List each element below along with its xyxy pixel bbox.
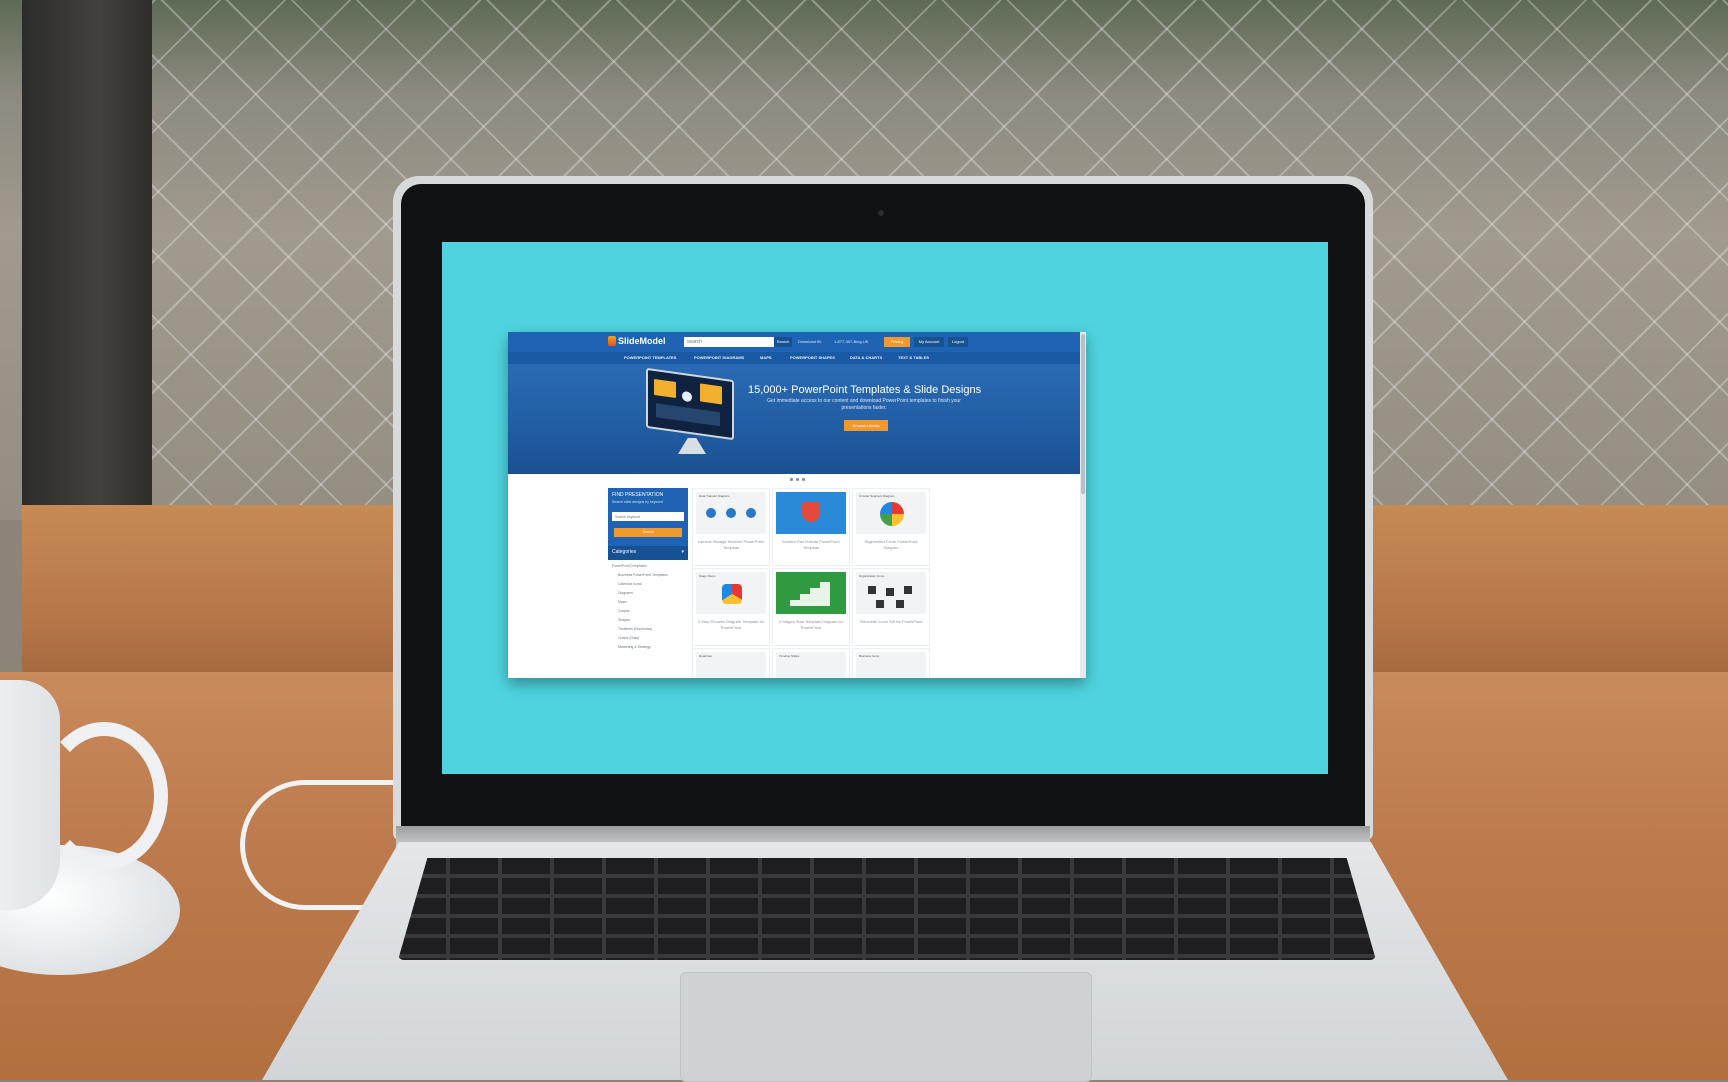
hero-banner: 15,000+ PowerPoint Templates & Slide Des… <box>508 364 1086 474</box>
card-thumbnail <box>776 572 846 614</box>
site-logo[interactable]: SlideModel <box>618 336 666 346</box>
nav-item-data-charts[interactable]: DATA & CHARTS <box>850 355 882 360</box>
monitor-stand <box>678 438 706 454</box>
category-item[interactable]: Charts (Data) <box>612 634 688 643</box>
card-thumbnail <box>776 492 846 534</box>
card-caption: Stage Steps <box>699 574 716 578</box>
nav-item-templates[interactable]: POWERPOINT TEMPLATES <box>624 355 676 360</box>
top-link-phone[interactable]: 1-877-357-Bing-UK <box>834 339 868 344</box>
categories-header[interactable]: Categories ▾ <box>608 546 688 560</box>
logout-button[interactable]: Logout <box>948 337 968 347</box>
trackpad[interactable] <box>680 972 1092 1082</box>
card-caption: Timeline Slides <box>779 654 800 658</box>
card-caption: Organization Icons <box>859 574 885 578</box>
category-item[interactable]: Shapes <box>612 616 688 625</box>
card-thumbnail: Stage Steps <box>696 572 766 614</box>
find-subtitle: Search slide designs by keyword <box>612 500 663 504</box>
category-item[interactable]: Timelines (Horizontal) <box>612 625 688 634</box>
website-screenshot: SlideModel Search Download 50 1-877-357-… <box>508 332 1086 678</box>
window-post <box>22 0 152 520</box>
category-item[interactable]: Calendar Icons <box>612 580 688 589</box>
category-item[interactable]: PowerPoint Templates <box>612 562 688 571</box>
find-title: FIND PRESENTATION <box>612 492 664 498</box>
category-item[interactable]: Diagrams <box>612 589 688 598</box>
card-thumbnail: Circular Segment Diagram <box>856 492 926 534</box>
monitor-illustration <box>646 367 734 441</box>
category-list: PowerPoint Templates Business PowerPoint… <box>612 562 688 652</box>
nav-item-shapes[interactable]: POWERPOINT SHAPES <box>790 355 835 360</box>
template-card[interactable]: Business Icons <box>852 648 930 678</box>
carousel-dot-2[interactable] <box>796 478 799 481</box>
card-title: Segmented Circle PowerPoint Diagram <box>864 539 918 550</box>
card-thumbnail: Roadmap <box>696 652 766 678</box>
site-topbar: SlideModel Search Download 50 1-877-357-… <box>508 332 1086 352</box>
template-card[interactable]: Roadmap <box>692 648 770 678</box>
categories-label: Categories <box>612 549 637 555</box>
carousel-dot-1[interactable] <box>790 478 793 481</box>
site-scroll-thumb[interactable] <box>1081 334 1085 494</box>
top-link-download[interactable]: Download 50 <box>798 339 821 344</box>
card-caption: Roadmap <box>699 654 713 658</box>
keyboard[interactable] <box>398 858 1376 960</box>
card-thumbnail: Business Icons <box>856 652 926 678</box>
category-item[interactable]: Marketing & Strategy <box>612 643 688 652</box>
find-presentation-panel: FIND PRESENTATION Search slide designs b… <box>608 488 688 560</box>
template-card[interactable]: Modern Flat Shields PowerPoint Template <box>772 488 850 566</box>
site-search-input[interactable] <box>684 337 778 347</box>
webcam-icon <box>878 210 884 216</box>
category-item[interactable]: Maps <box>612 598 688 607</box>
hero-subtitle: Get immediate access to our content and … <box>767 398 961 411</box>
site-scrollbar[interactable] <box>1080 332 1086 678</box>
slidemodel-logo-icon <box>608 336 616 346</box>
template-card[interactable]: Data Transfer Diagram Internal Storage N… <box>692 488 770 566</box>
carousel-dots <box>790 478 810 482</box>
find-search-button[interactable]: Search <box>614 528 682 537</box>
card-title: 3 Step Process Diagram Template for Powe… <box>697 619 765 630</box>
site-nav: POWERPOINT TEMPLATES POWERPOINT DIAGRAMS… <box>508 352 1086 364</box>
card-title: 4 Stages Stair Template Diagram for Powe… <box>778 619 844 630</box>
site-search-button[interactable]: Search <box>774 337 792 347</box>
my-account-button[interactable]: My Account <box>914 337 944 347</box>
card-caption: Data Transfer Diagram <box>699 494 730 498</box>
category-item[interactable]: Graphs <box>612 607 688 616</box>
card-title: Silhouette Icons Set for PowerPoint <box>859 619 923 624</box>
nav-item-diagrams[interactable]: POWERPOINT DIAGRAMS <box>694 355 744 360</box>
pricing-button[interactable]: Pricing <box>884 337 910 347</box>
template-card[interactable]: Stage Steps 3 Step Process Diagram Templ… <box>692 568 770 646</box>
nav-item-maps[interactable]: MAPS <box>760 355 772 360</box>
laptop-screen: SlideModel Search Download 50 1-877-357-… <box>442 242 1328 774</box>
card-thumbnail: Timeline Slides <box>776 652 846 678</box>
template-card[interactable]: 4 Stages Stair Template Diagram for Powe… <box>772 568 850 646</box>
card-caption: Business Icons <box>859 654 880 658</box>
hero-cta-button[interactable]: Browse Library <box>844 420 888 431</box>
card-caption: Circular Segment Diagram <box>859 494 895 498</box>
template-card[interactable]: Organization Icons Silhouette Icons Set … <box>852 568 930 646</box>
chevron-down-icon[interactable]: ▾ <box>681 549 684 555</box>
template-card[interactable]: Timeline Slides <box>772 648 850 678</box>
category-item[interactable]: Business PowerPoint Templates <box>612 571 688 580</box>
carousel-dot-3[interactable] <box>802 478 805 481</box>
card-thumbnail: Data Transfer Diagram <box>696 492 766 534</box>
card-title: Modern Flat Shields PowerPoint Template <box>782 539 840 550</box>
hero-title: 15,000+ PowerPoint Templates & Slide Des… <box>748 384 982 396</box>
template-card[interactable]: Circular Segment Diagram Segmented Circl… <box>852 488 930 566</box>
card-thumbnail: Organization Icons <box>856 572 926 614</box>
find-search-input[interactable] <box>612 512 684 521</box>
coffee-cup-handle <box>40 722 168 870</box>
nav-item-text-tables[interactable]: TEXT & TABLES <box>898 355 929 360</box>
card-title: Internal Storage Network PowerPoint Temp… <box>698 539 764 550</box>
